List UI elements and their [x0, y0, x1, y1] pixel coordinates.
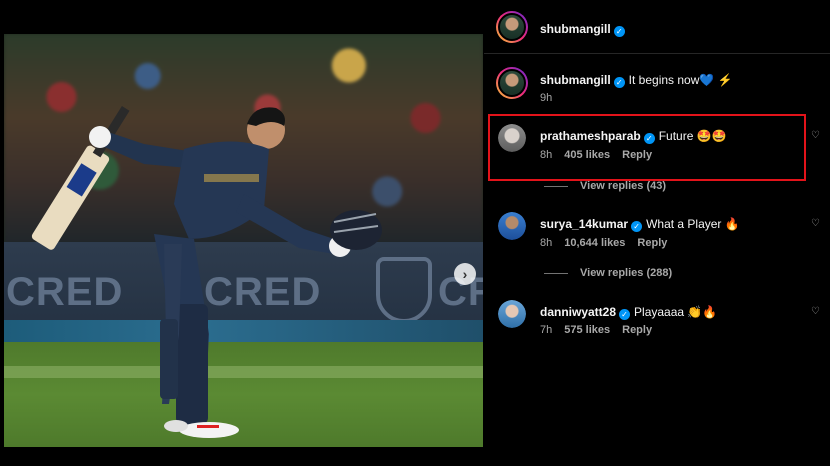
highlight-box: [488, 114, 806, 181]
view-replies-label-1: View replies (43): [580, 180, 667, 192]
caption-meta: 9h: [540, 92, 552, 104]
comment-time-2[interactable]: 8h: [540, 237, 552, 249]
caption-row: shubmangill ✓ It begins now💙 ⚡: [540, 71, 733, 89]
comment-username-2[interactable]: surya_14kumar: [540, 217, 628, 231]
comment-avatar-3[interactable]: [498, 300, 526, 328]
comments-panel: shubmangill ✓ shubmangill ✓ It begins now💙 …: [484, 0, 830, 466]
view-replies-button-2[interactable]: View replies (288): [544, 267, 672, 279]
cricketer-figure: [31, 106, 382, 438]
comment-meta-2: 8h 10,644 likes Reply: [540, 237, 667, 249]
view-replies-button-1[interactable]: View replies (43): [544, 180, 666, 192]
like-heart-icon[interactable]: ♡: [811, 306, 820, 317]
post-photo: CRED CRED CRE ›: [4, 34, 483, 447]
header-username[interactable]: shubmangill: [540, 22, 611, 36]
comment-text-2: What a Player 🔥: [646, 217, 740, 231]
header-avatar[interactable]: [496, 11, 528, 43]
comment-row-2: surya_14kumar ✓ What a Player 🔥: [540, 215, 740, 233]
comment-likes-2[interactable]: 10,644 likes: [564, 237, 625, 249]
replies-divider-line: [544, 185, 568, 187]
comment-reply-button-3[interactable]: Reply: [622, 324, 652, 336]
caption-avatar[interactable]: [496, 67, 528, 99]
replies-divider-line: [544, 272, 568, 274]
comment-avatar-2[interactable]: [498, 212, 526, 240]
like-heart-icon[interactable]: ♡: [811, 130, 820, 141]
caption-username[interactable]: shubmangill: [540, 73, 611, 87]
comment-likes-3[interactable]: 575 likes: [564, 324, 610, 336]
comment-text-3: Playaaaa 👏🔥: [634, 305, 718, 319]
comment-row-3: danniwyatt28 ✓ Playaaaa 👏🔥: [540, 303, 717, 321]
comment-reply-button-2[interactable]: Reply: [637, 237, 667, 249]
comment-time-3[interactable]: 7h: [540, 324, 552, 336]
post-header: shubmangill ✓: [484, 0, 830, 54]
verified-badge-icon: ✓: [619, 309, 631, 320]
like-heart-icon[interactable]: ♡: [811, 218, 820, 229]
header-user-row: shubmangill ✓: [540, 20, 625, 38]
caption-text: It begins now💙 ⚡: [628, 73, 733, 87]
comment-meta-3: 7h 575 likes Reply: [540, 324, 652, 336]
verified-badge-icon: ✓: [631, 221, 643, 232]
comment-username-3[interactable]: danniwyatt28: [540, 305, 616, 319]
view-replies-label-2: View replies (288): [580, 267, 673, 279]
verified-badge-icon: ✓: [613, 77, 625, 88]
cricket-bat: [31, 106, 130, 250]
carousel-next-button[interactable]: ›: [454, 263, 476, 285]
caption-time[interactable]: 9h: [540, 92, 552, 104]
verified-badge-icon: ✓: [613, 26, 625, 37]
